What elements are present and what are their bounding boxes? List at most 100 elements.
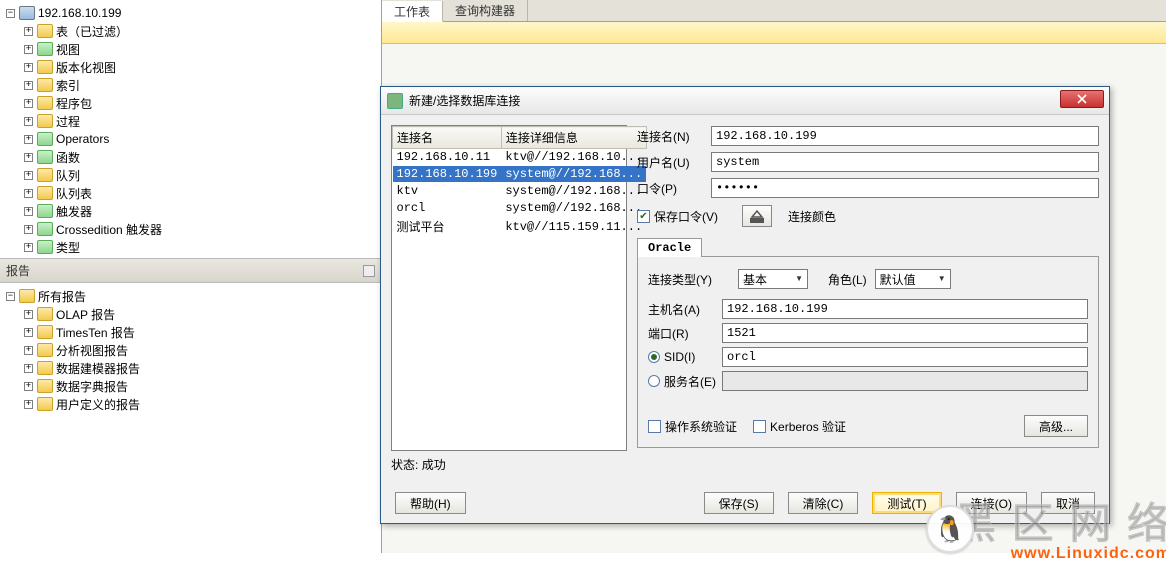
reports-item[interactable]: +数据字典报告 (2, 377, 381, 395)
tree-item[interactable]: +队列 (2, 166, 381, 184)
close-button[interactable] (1060, 90, 1104, 108)
collapse-icon[interactable]: − (6, 292, 15, 301)
save-button[interactable]: 保存(S) (704, 492, 774, 514)
clear-button[interactable]: 清除(C) (788, 492, 859, 514)
expand-icon[interactable]: + (24, 225, 33, 234)
tab-query-builder[interactable]: 查询构建器 (443, 0, 528, 21)
connection-color-button[interactable] (742, 205, 772, 227)
hostname-field[interactable] (722, 299, 1088, 319)
help-button[interactable]: 帮助(H) (395, 492, 466, 514)
col-connection-detail[interactable]: 连接详细信息 (501, 127, 646, 149)
dialog-titlebar[interactable]: 新建/选择数据库连接 (381, 87, 1109, 115)
tree-item-label: 索引 (56, 77, 80, 94)
label-password: 口令(P) (637, 180, 711, 197)
expand-icon[interactable]: + (24, 117, 33, 126)
cell-detail: ktv@//115.159.11... (501, 217, 646, 237)
table-row[interactable]: 192.168.10.11ktv@//192.168.10... (393, 149, 647, 166)
save-password-checkbox[interactable]: ✔ 保存口令(V) (637, 208, 718, 225)
reports-root[interactable]: − 所有报告 (2, 287, 381, 305)
connection-form: 连接名(N) 用户名(U) 口令(P) ✔ 保存口令(V) 连接颜色 (637, 125, 1099, 473)
tree-item[interactable]: +队列表 (2, 184, 381, 202)
toolbar-band (382, 22, 1166, 44)
tree-item[interactable]: +过程 (2, 112, 381, 130)
label-connection-name: 连接名(N) (637, 128, 711, 145)
password-field[interactable] (711, 178, 1099, 198)
table-row[interactable]: 测试平台ktv@//115.159.11... (393, 217, 647, 237)
connection-type-select[interactable]: 基本 (738, 269, 808, 289)
expand-icon[interactable]: + (24, 382, 33, 391)
tree-item[interactable]: + 函数 (2, 148, 381, 166)
connection-name-field[interactable] (711, 126, 1099, 146)
cancel-button[interactable]: 取消 (1041, 492, 1095, 514)
oracle-panel: 连接类型(Y) 基本 角色(L) 默认值 主机名(A) 端口(R) (637, 256, 1099, 448)
label-connection-type: 连接类型(Y) (648, 271, 734, 288)
tree-item[interactable]: +表（已过滤） (2, 22, 381, 40)
connections-tree: − 192.168.10.199 +表（已过滤）+视图+版本化视图+索引+程序包… (0, 0, 381, 258)
reports-item[interactable]: +OLAP 报告 (2, 305, 381, 323)
kerberos-checkbox[interactable]: Kerberos 验证 (753, 418, 846, 435)
folder-icon (37, 307, 53, 321)
tree-item-label: 函数 (56, 149, 80, 166)
table-row[interactable]: ktvsystem@//192.168... (393, 183, 647, 200)
expand-icon[interactable]: + (24, 99, 33, 108)
expand-icon[interactable]: + (24, 81, 33, 90)
port-field[interactable] (722, 323, 1088, 343)
sid-radio[interactable] (648, 351, 660, 363)
expand-icon[interactable]: + (24, 171, 33, 180)
expand-icon[interactable]: + (24, 400, 33, 409)
label-service-name: 服务名(E) (648, 373, 722, 390)
table-row[interactable]: 192.168.10.199system@//192.168... (393, 166, 647, 183)
reports-item[interactable]: +数据建模器报告 (2, 359, 381, 377)
tree-item[interactable]: +版本化视图 (2, 58, 381, 76)
label-port: 端口(R) (648, 325, 722, 342)
tree-item[interactable]: +Crossedition 触发器 (2, 220, 381, 238)
expand-icon[interactable]: + (24, 189, 33, 198)
expand-icon[interactable]: + (24, 153, 33, 162)
reports-header-label: 报告 (6, 262, 30, 279)
label-hostname: 主机名(A) (648, 301, 722, 318)
folder-icon (37, 240, 53, 254)
role-select[interactable]: 默认值 (875, 269, 951, 289)
expand-icon[interactable]: + (24, 364, 33, 373)
reports-item[interactable]: +分析视图报告 (2, 341, 381, 359)
reports-item[interactable]: + TimesTen 报告 (2, 323, 381, 341)
cell-name: 192.168.10.11 (393, 149, 502, 166)
panel-menu-icon[interactable] (363, 265, 375, 277)
collapse-icon[interactable]: − (6, 9, 15, 18)
table-row[interactable]: orclsystem@//192.168... (393, 200, 647, 217)
tree-root-node[interactable]: − 192.168.10.199 (2, 4, 381, 22)
tree-item[interactable]: +程序包 (2, 94, 381, 112)
username-field[interactable] (711, 152, 1099, 172)
tree-item[interactable]: + 索引 (2, 76, 381, 94)
expand-icon[interactable]: + (24, 328, 33, 337)
reports-item[interactable]: +用户定义的报告 (2, 395, 381, 413)
tab-worksheet[interactable]: 工作表 (382, 1, 443, 22)
service-name-radio[interactable] (648, 375, 660, 387)
folder-icon (37, 325, 53, 339)
expand-icon[interactable]: + (24, 207, 33, 216)
expand-icon[interactable]: + (24, 135, 33, 144)
folder-icon (37, 186, 53, 200)
close-icon (1077, 94, 1087, 104)
test-button[interactable]: 测试(T) (872, 492, 941, 514)
expand-icon[interactable]: + (24, 27, 33, 36)
expand-icon[interactable]: + (24, 346, 33, 355)
tree-item[interactable]: +触发器 (2, 202, 381, 220)
tree-item-label: 视图 (56, 41, 80, 58)
os-auth-checkbox[interactable]: 操作系统验证 (648, 418, 737, 435)
col-connection-name[interactable]: 连接名 (393, 127, 502, 149)
reports-item-label: TimesTen 报告 (56, 324, 135, 341)
sid-field[interactable] (722, 347, 1088, 367)
tree-item-label: Operators (56, 132, 109, 146)
connections-list[interactable]: 连接名 连接详细信息 192.168.10.11ktv@//192.168.10… (391, 125, 627, 451)
expand-icon[interactable]: + (24, 45, 33, 54)
tree-item[interactable]: + 视图 (2, 40, 381, 58)
expand-icon[interactable]: + (24, 243, 33, 252)
advanced-button[interactable]: 高级... (1024, 415, 1088, 437)
tree-item[interactable]: + Operators (2, 130, 381, 148)
tree-item[interactable]: +类型 (2, 238, 381, 256)
expand-icon[interactable]: + (24, 63, 33, 72)
expand-icon[interactable]: + (24, 310, 33, 319)
tab-oracle[interactable]: Oracle (637, 238, 702, 257)
connect-button[interactable]: 连接(O) (956, 492, 1027, 514)
